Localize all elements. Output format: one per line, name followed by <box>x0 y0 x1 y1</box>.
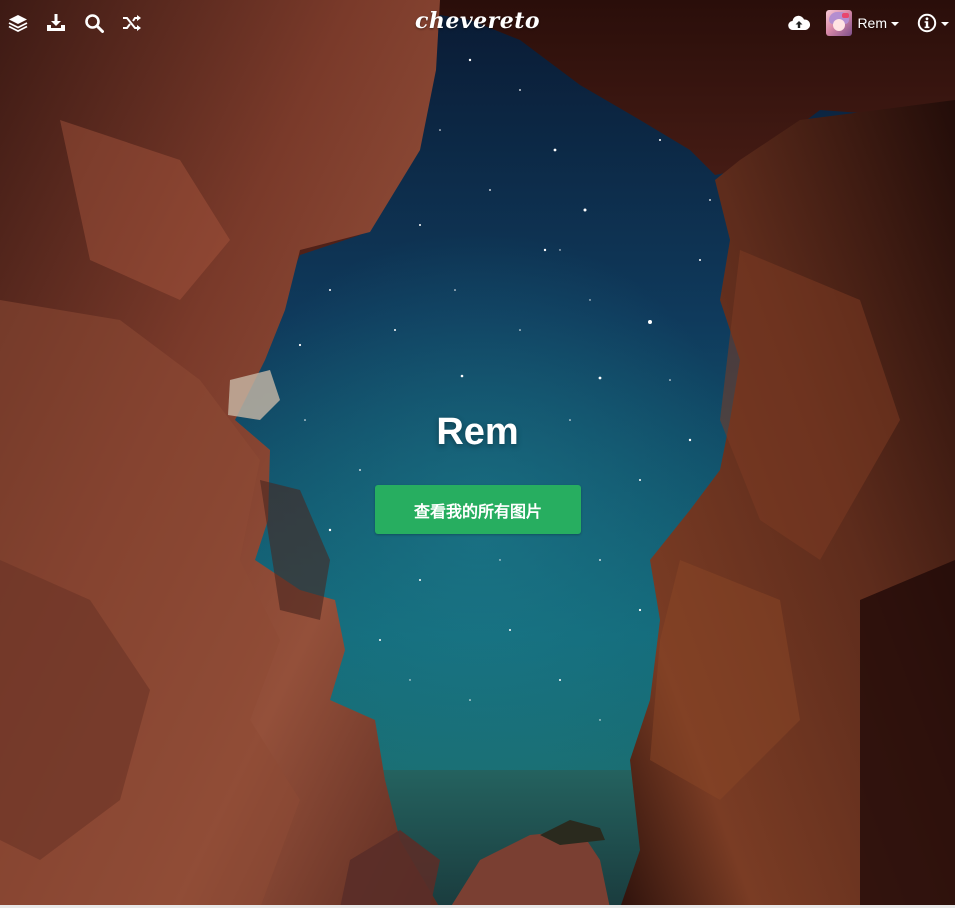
cloud-upload-icon[interactable] <box>786 11 812 35</box>
topbar-left-group <box>0 11 158 35</box>
shuffle-icon[interactable] <box>120 11 144 35</box>
download-tray-icon[interactable] <box>44 11 68 35</box>
info-circle-icon <box>917 13 937 33</box>
avatar <box>826 10 853 36</box>
search-icon[interactable] <box>82 11 106 35</box>
top-navbar: chevereto Rem <box>0 0 955 46</box>
topbar-right-group: Rem <box>786 10 955 36</box>
view-all-images-button[interactable]: 查看我的所有图片 <box>375 485 581 534</box>
user-menu[interactable]: Rem <box>826 10 899 36</box>
layers-icon[interactable] <box>6 11 30 35</box>
username: Rem <box>857 15 887 31</box>
page: chevereto Rem Rem 查看我的所有图片 <box>0 0 955 908</box>
profile-title: Rem <box>436 411 519 453</box>
chevron-down-icon <box>941 22 949 26</box>
chevron-down-icon <box>891 22 899 26</box>
info-menu[interactable] <box>917 13 949 33</box>
logo-text[interactable]: chevereto <box>415 8 540 34</box>
